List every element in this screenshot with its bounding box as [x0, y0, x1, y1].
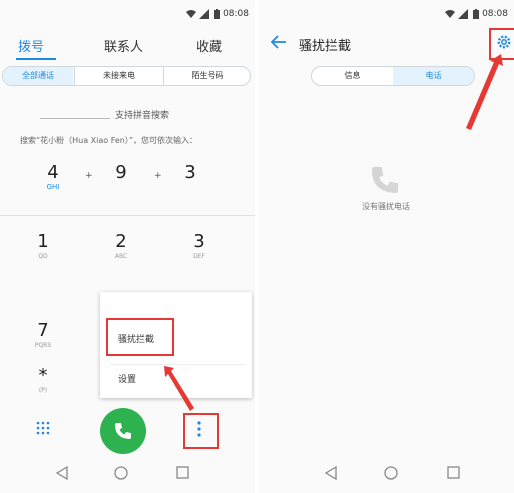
plus-sign: +: [85, 171, 93, 181]
red-arrow-icon: [466, 54, 503, 130]
active-tab-indicator: [16, 58, 56, 60]
empty-phone-icon: [367, 162, 403, 202]
back-arrow-icon[interactable]: [270, 34, 287, 53]
wifi-icon: [185, 9, 197, 22]
tab-dial[interactable]: 拨号: [18, 36, 44, 55]
dial-key-star[interactable]: * (P): [23, 366, 63, 395]
gear-icon[interactable]: [496, 34, 512, 54]
status-bar: 08:08: [259, 0, 514, 28]
search-underline: [40, 118, 110, 119]
wifi-icon: [444, 9, 456, 22]
pinyin-example-text: 搜索“花小粉（Hua Xiao Fen）”，您可依次输入：: [20, 136, 198, 145]
back-icon[interactable]: [325, 466, 337, 480]
call-filter: 全部通话 未接来电 陌生号码: [2, 66, 251, 86]
block-type-tabs: 信息 电话: [311, 66, 475, 86]
back-icon[interactable]: [56, 466, 68, 480]
signal-icon: [458, 9, 468, 22]
red-arrow-icon: [164, 366, 194, 411]
tab-favorites[interactable]: 收藏: [196, 36, 222, 55]
more-options-icon[interactable]: [196, 420, 202, 442]
tab-calls[interactable]: 电话: [393, 67, 474, 85]
battery-icon: [213, 9, 221, 22]
filter-missed-calls[interactable]: 未接来电: [74, 67, 163, 85]
filter-unknown-numbers[interactable]: 陌生号码: [163, 67, 251, 85]
menu-item-settings[interactable]: 设置: [118, 372, 136, 385]
dialer-tabs: 拨号 联系人 收藏: [0, 28, 255, 60]
dialpad-icon[interactable]: [36, 420, 50, 439]
status-time: 08:08: [223, 9, 249, 19]
dial-key-1[interactable]: 1 QD: [23, 232, 63, 261]
dialer-screen: 08:08 拨号 联系人 收藏 全部通话 未接来电 陌生号码 支持拼音搜索 搜索…: [0, 0, 255, 493]
dial-key-7[interactable]: 7 PQRS: [23, 321, 63, 350]
dial-key-2[interactable]: 2 ABC: [101, 232, 141, 261]
system-nav-bar: [0, 458, 255, 488]
harassment-block-screen: 08:08 骚扰拦截 信息 电话 没有骚扰电话: [259, 0, 514, 493]
tab-contacts[interactable]: 联系人: [104, 36, 143, 55]
system-nav-bar: [259, 458, 514, 488]
recents-icon[interactable]: [176, 466, 189, 479]
battery-icon: [472, 9, 480, 22]
highlight-box-menu-item: [106, 318, 174, 356]
home-icon[interactable]: [384, 466, 398, 480]
signal-icon: [199, 9, 209, 22]
home-icon[interactable]: [114, 466, 128, 480]
page-title: 骚扰拦截: [299, 39, 352, 54]
example-key-3: 3: [184, 162, 196, 183]
call-button[interactable]: [100, 408, 146, 454]
keypad-divider: [0, 215, 255, 216]
example-key-4: 4 GHI: [46, 162, 60, 192]
phone-icon: [115, 423, 131, 439]
status-bar: 08:08: [0, 0, 255, 28]
tab-messages[interactable]: 信息: [312, 67, 393, 85]
filter-all-calls[interactable]: 全部通话: [3, 67, 73, 85]
empty-state-text: 没有骚扰电话: [362, 202, 410, 211]
status-time: 08:08: [482, 9, 508, 19]
dial-key-3[interactable]: 3 DEF: [179, 232, 219, 261]
plus-sign: +: [154, 171, 162, 181]
example-key-9: 9: [115, 162, 127, 183]
search-hint: 支持拼音搜索: [115, 111, 170, 121]
recents-icon[interactable]: [447, 466, 460, 479]
